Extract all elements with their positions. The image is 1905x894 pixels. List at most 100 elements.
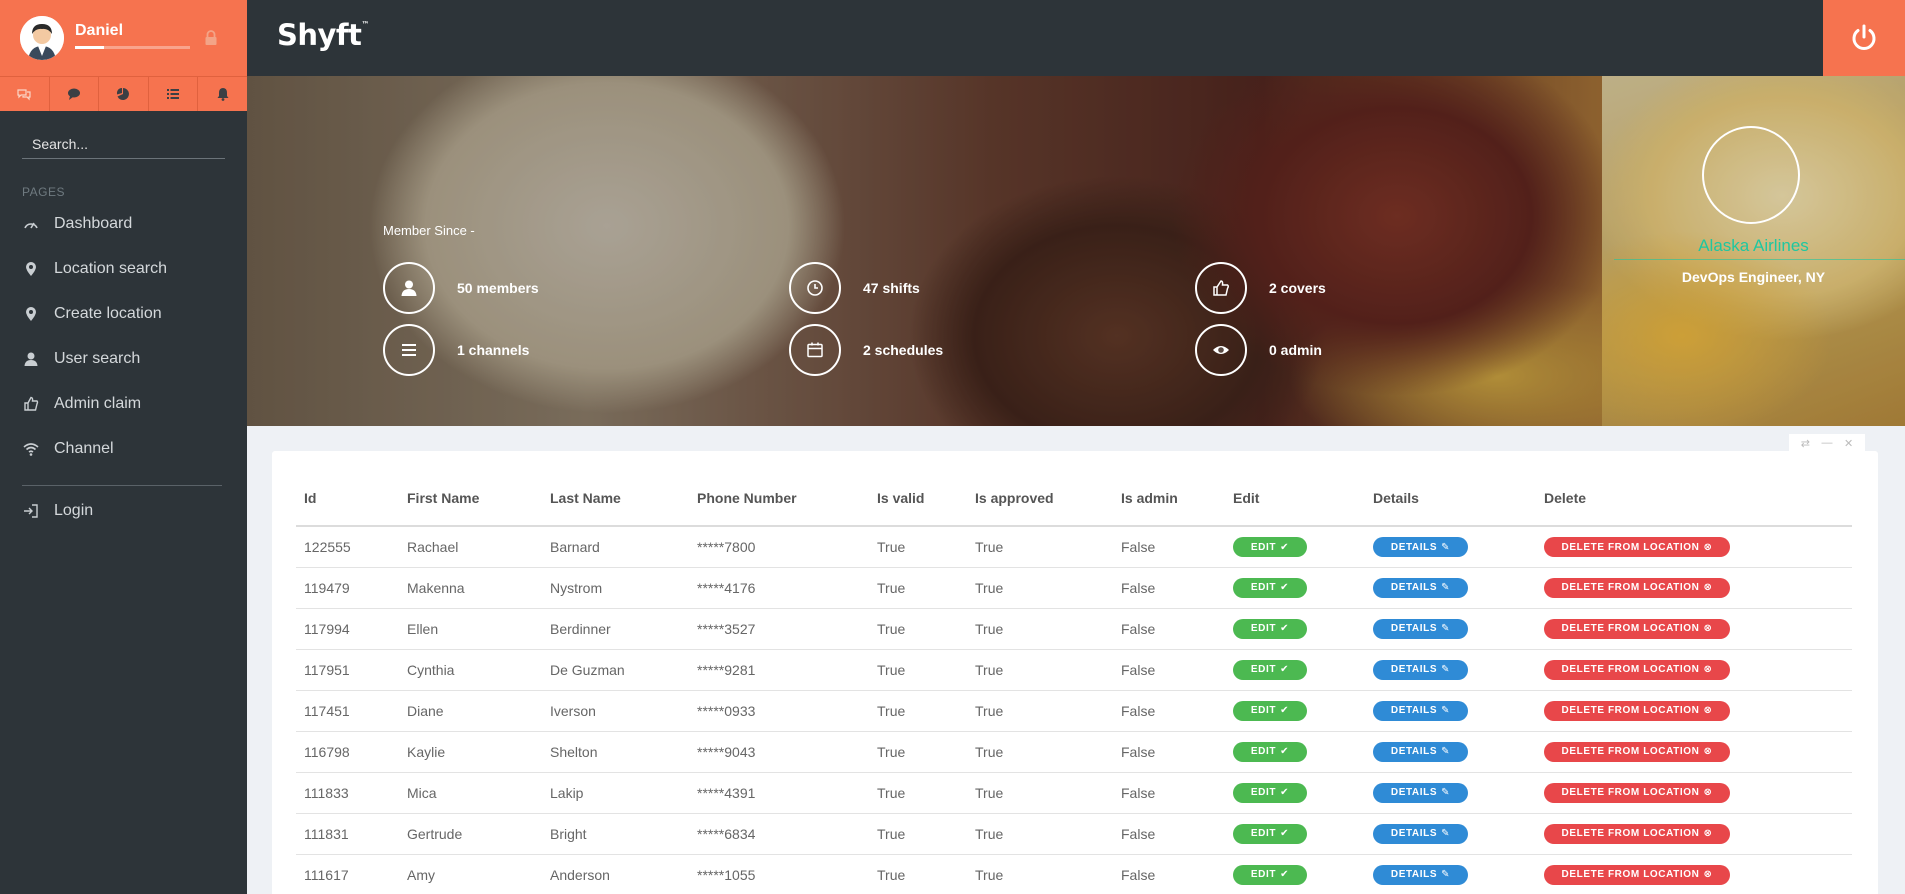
edit-cell: EDIT ✔	[1225, 567, 1365, 609]
delete-button[interactable]: DELETE FROM LOCATION ⊗	[1544, 823, 1730, 844]
table-row: 111617 Amy Anderson *****1055 True True False E…	[296, 854, 1852, 894]
cell-is-approved: True	[967, 813, 1113, 855]
cell-is-approved: True	[967, 772, 1113, 814]
sidebar-item-label: Admin claim	[54, 395, 142, 412]
stat-shifts: 47 shifts	[789, 262, 920, 314]
sidebar-item-admin-claim[interactable]: Admin claim	[0, 384, 247, 424]
tab-chart[interactable]	[99, 77, 149, 111]
details-button[interactable]: DETAILS ✎	[1373, 700, 1468, 721]
tab-list[interactable]	[149, 77, 199, 111]
delete-button[interactable]: DELETE FROM LOCATION ⊗	[1544, 659, 1730, 680]
details-button[interactable]: DETAILS ✎	[1373, 782, 1468, 803]
cell-first-name: Makenna	[399, 567, 542, 609]
cell-is-valid: True	[869, 526, 967, 568]
cell-first-name: Amy	[399, 854, 542, 894]
details-button[interactable]: DETAILS ✎	[1373, 577, 1468, 598]
delete-cell: DELETE FROM LOCATION ⊗	[1536, 526, 1852, 568]
cell-phone: *****4391	[689, 772, 869, 814]
sidebar-item-login[interactable]: Login	[0, 491, 247, 531]
column-header: Is valid	[869, 471, 967, 527]
tab-notifications[interactable]	[198, 77, 247, 111]
refresh-icon[interactable]: ⇄	[1801, 437, 1810, 450]
details-button[interactable]: DETAILS ✎	[1373, 823, 1468, 844]
sidebar-item-channel[interactable]: Channel	[0, 429, 247, 469]
sidebar-item-label: Dashboard	[54, 215, 133, 232]
members-table: Id First Name Last Name Phone Number Is …	[296, 471, 1852, 894]
table-row: 117951 Cynthia De Guzman *****9281 True True F…	[296, 649, 1852, 691]
edit-button[interactable]: EDIT ✔	[1233, 618, 1307, 639]
delete-button[interactable]: DELETE FROM LOCATION ⊗	[1544, 741, 1730, 762]
tab-chat[interactable]	[50, 77, 100, 111]
sidebar-item-dashboard[interactable]: Dashboard	[0, 204, 247, 244]
brand-logo[interactable]: Shyft™	[277, 18, 369, 52]
pie-chart-icon	[117, 87, 130, 100]
delete-button[interactable]: DELETE FROM LOCATION ⊗	[1544, 782, 1730, 803]
cell-is-approved: True	[967, 731, 1113, 773]
edit-cell: EDIT ✔	[1225, 526, 1365, 568]
cell-is-admin: False	[1113, 649, 1225, 691]
cell-phone: *****9043	[689, 731, 869, 773]
delete-button[interactable]: DELETE FROM LOCATION ⊗	[1544, 864, 1730, 885]
search-input[interactable]	[22, 135, 225, 152]
sidebar-item-label: Location search	[54, 260, 167, 277]
stat-covers: 2 covers	[1195, 262, 1326, 314]
edit-button[interactable]: EDIT ✔	[1233, 537, 1307, 557]
edit-icon: ✎	[1441, 705, 1451, 717]
cell-id: 111833	[296, 772, 399, 814]
edit-button[interactable]: EDIT ✔	[1233, 823, 1307, 844]
delete-button[interactable]: DELETE FROM LOCATION ⊗	[1544, 537, 1730, 557]
table-row: 119479 Makenna Nystrom *****4176 True True Fal…	[296, 567, 1852, 609]
delete-button[interactable]: DELETE FROM LOCATION ⊗	[1544, 577, 1730, 598]
tab-comments[interactable]	[0, 77, 50, 111]
cell-is-valid: True	[869, 649, 967, 691]
delete-cell: DELETE FROM LOCATION ⊗	[1536, 813, 1852, 855]
delete-button[interactable]: DELETE FROM LOCATION ⊗	[1544, 618, 1730, 639]
details-button[interactable]: DETAILS ✎	[1373, 659, 1468, 680]
edit-button[interactable]: EDIT ✔	[1233, 864, 1307, 885]
cell-phone: *****1055	[689, 854, 869, 894]
edit-button[interactable]: EDIT ✔	[1233, 577, 1307, 598]
details-button-label: DETAILS	[1390, 869, 1438, 881]
sidebar-divider	[22, 485, 222, 486]
delete-button[interactable]: DELETE FROM LOCATION ⊗	[1544, 700, 1730, 721]
edit-cell: EDIT ✔	[1225, 772, 1365, 814]
cell-last-name: Iverson	[542, 690, 689, 732]
edit-button-label: EDIT	[1250, 664, 1277, 676]
details-button[interactable]: DETAILS ✎	[1373, 618, 1468, 639]
user-name: Daniel	[75, 22, 124, 39]
sidebar-item-create-location[interactable]: Create location	[0, 294, 247, 334]
edit-button[interactable]: EDIT ✔	[1233, 741, 1307, 762]
cell-id: 116798	[296, 731, 399, 773]
details-button[interactable]: DETAILS ✎	[1373, 741, 1468, 762]
eye-icon	[1195, 324, 1247, 376]
cell-last-name: Berdinner	[542, 608, 689, 650]
profile-avatar[interactable]	[1702, 126, 1800, 224]
lock-icon[interactable]	[204, 30, 218, 46]
check-icon: ✔	[1280, 746, 1290, 758]
cell-is-admin: False	[1113, 608, 1225, 650]
edit-button[interactable]: EDIT ✔	[1233, 700, 1307, 721]
edit-button[interactable]: EDIT ✔	[1233, 659, 1307, 680]
sidebar-item-location-search[interactable]: Location search	[0, 249, 247, 289]
delete-button-label: DELETE FROM LOCATION	[1561, 582, 1700, 594]
details-button[interactable]: DETAILS ✎	[1373, 864, 1468, 885]
user-panel: Daniel	[0, 0, 247, 76]
delete-button-label: DELETE FROM LOCATION	[1561, 746, 1700, 758]
company-name[interactable]: Alaska Airlines	[1602, 236, 1905, 256]
cell-is-approved: True	[967, 608, 1113, 650]
logout-button[interactable]	[1823, 0, 1905, 76]
edit-button[interactable]: EDIT ✔	[1233, 782, 1307, 803]
details-cell: DETAILS ✎	[1365, 567, 1536, 609]
delete-cell: DELETE FROM LOCATION ⊗	[1536, 649, 1852, 691]
edit-cell: EDIT ✔	[1225, 690, 1365, 732]
delete-button-label: DELETE FROM LOCATION	[1561, 705, 1700, 717]
avatar[interactable]	[20, 16, 64, 60]
details-button[interactable]: DETAILS ✎	[1373, 537, 1468, 557]
sidebar-item-user-search[interactable]: User search	[0, 339, 247, 379]
close-icon[interactable]: ✕	[1844, 437, 1853, 450]
power-icon	[1852, 24, 1876, 50]
column-header: Is approved	[967, 471, 1113, 527]
minimize-icon[interactable]: —	[1821, 437, 1832, 449]
column-header: Details	[1365, 471, 1536, 527]
check-icon: ✔	[1280, 582, 1290, 594]
